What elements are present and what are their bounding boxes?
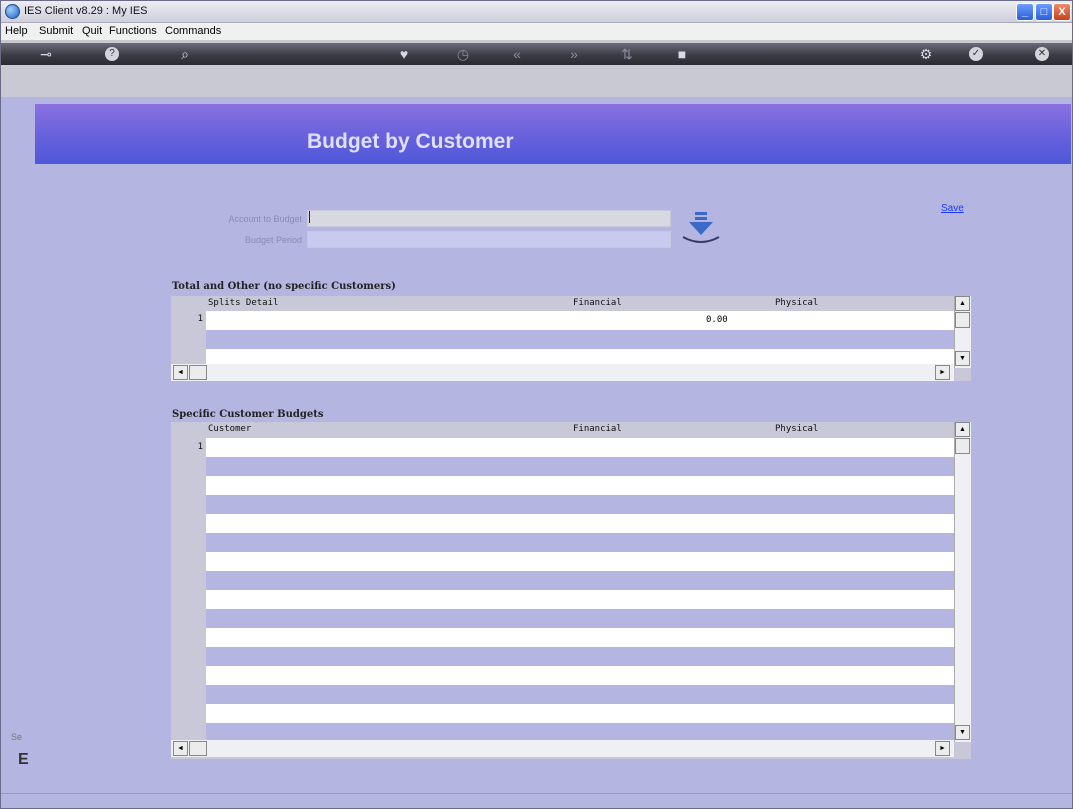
totals-grid: Splits Detail Financial Physical 1 0.00 … [171,296,971,381]
account-to-budget-input[interactable] [307,210,671,227]
toolbar-band: ⊸ ? ⌕ ♥ ◷ « » ⇅ ■ ⚙ ✓ ✕ [1,43,1072,65]
totals-section-title: Total and Other (no specific Customers) [172,281,396,292]
budget-period-label: Budget Period [244,235,302,245]
window-title: IES Client v8.29 : My IES [24,5,148,17]
table-row[interactable] [206,552,954,571]
ie-app-icon [5,4,20,19]
ok-icon[interactable]: ✓ [969,47,983,61]
next-icon[interactable]: » [563,45,585,63]
table-row[interactable] [206,571,954,590]
close-window-button[interactable]: X [1053,3,1071,21]
row-number: 1 [197,314,203,324]
scroll-thumb[interactable] [189,741,207,756]
col-splits-detail: Splits Detail [208,298,279,308]
scroll-down-button[interactable]: ▼ [955,725,970,740]
totals-vertical-scrollbar[interactable]: ▲ ▼ [954,296,971,368]
scroll-right-button[interactable]: ► [935,365,950,380]
table-row[interactable] [206,533,954,552]
text-cursor [309,211,310,223]
menu-submit[interactable]: Submit [39,25,73,37]
menu-bar: Help Submit Quit Functions Commands [1,23,1072,41]
help-icon[interactable]: ? [105,47,119,61]
table-row[interactable] [206,647,954,666]
scroll-thumb[interactable] [955,312,970,328]
status-bar [1,793,1072,808]
scroll-up-button[interactable]: ▲ [955,422,970,437]
totals-horizontal-scrollbar[interactable]: ◄ ► [171,364,954,381]
search-icon[interactable]: ⌕ [174,45,196,63]
col-financial: Financial [573,424,622,434]
customers-horizontal-scrollbar[interactable]: ◄ ► [171,740,954,757]
budget-period-input[interactable] [307,231,671,248]
scroll-thumb[interactable] [189,365,207,380]
col-financial: Financial [573,298,622,308]
side-glyph: E [18,751,29,768]
col-customer: Customer [208,424,252,434]
col-physical: Physical [775,298,819,308]
cancel-icon[interactable]: ✕ [1035,47,1049,61]
financial-cell: 0.00 [706,315,728,325]
header-banner: Budget by Customer [35,104,1071,164]
table-row[interactable] [206,476,954,495]
title-bar: IES Client v8.29 : My IES _ □ X [1,1,1072,23]
app-window: IES Client v8.29 : My IES _ □ X Help Sub… [0,0,1073,809]
scroll-up-button[interactable]: ▲ [955,296,970,311]
menu-functions[interactable]: Functions [109,25,157,37]
save-link[interactable]: Save [941,203,964,214]
settings-icon[interactable]: ⚙ [915,45,937,63]
row-number: 1 [197,442,203,452]
scroll-left-button[interactable]: ◄ [173,741,188,756]
customers-section-title: Specific Customer Budgets [172,409,324,420]
account-to-budget-label: Account to Budget [228,214,302,224]
maximize-button[interactable]: □ [1035,3,1053,21]
toolbar: ⊸ ? ⌕ ♥ ◷ « » ⇅ ■ ⚙ ✓ ✕ [1,41,1072,97]
previous-icon[interactable]: « [506,45,528,63]
table-row[interactable] [206,438,954,457]
table-row[interactable] [206,514,954,533]
table-row[interactable] [206,330,954,349]
customers-grid: Customer Financial Physical 1 ▲ ▼ ◄ ► [171,422,971,759]
menu-quit[interactable]: Quit [82,25,102,37]
table-row[interactable] [206,457,954,476]
table-row[interactable] [206,666,954,685]
scroll-down-button[interactable]: ▼ [955,351,970,366]
menu-help[interactable]: Help [5,25,28,37]
scroll-right-button[interactable]: ► [935,741,950,756]
table-row[interactable] [206,590,954,609]
customers-vertical-scrollbar[interactable]: ▲ ▼ [954,422,971,742]
side-partial-label: Se [11,732,23,742]
stack-icon[interactable]: ⇅ [616,45,638,63]
download-icon[interactable] [681,210,721,246]
heart-icon[interactable]: ♥ [393,45,415,63]
menu-commands[interactable]: Commands [165,25,221,37]
scroll-thumb[interactable] [955,438,970,454]
table-row[interactable]: 0.00 [206,311,954,330]
table-row[interactable] [206,685,954,704]
table-row[interactable] [206,628,954,647]
page-title: Budget by Customer [307,130,514,153]
table-row[interactable] [206,495,954,514]
minimize-button[interactable]: _ [1016,3,1034,21]
history-icon[interactable]: ◷ [452,45,474,63]
stop-icon[interactable]: ■ [671,45,693,63]
table-row[interactable] [206,704,954,723]
key-icon[interactable]: ⊸ [35,45,57,63]
col-physical: Physical [775,424,819,434]
table-row[interactable] [206,609,954,628]
scroll-left-button[interactable]: ◄ [173,365,188,380]
